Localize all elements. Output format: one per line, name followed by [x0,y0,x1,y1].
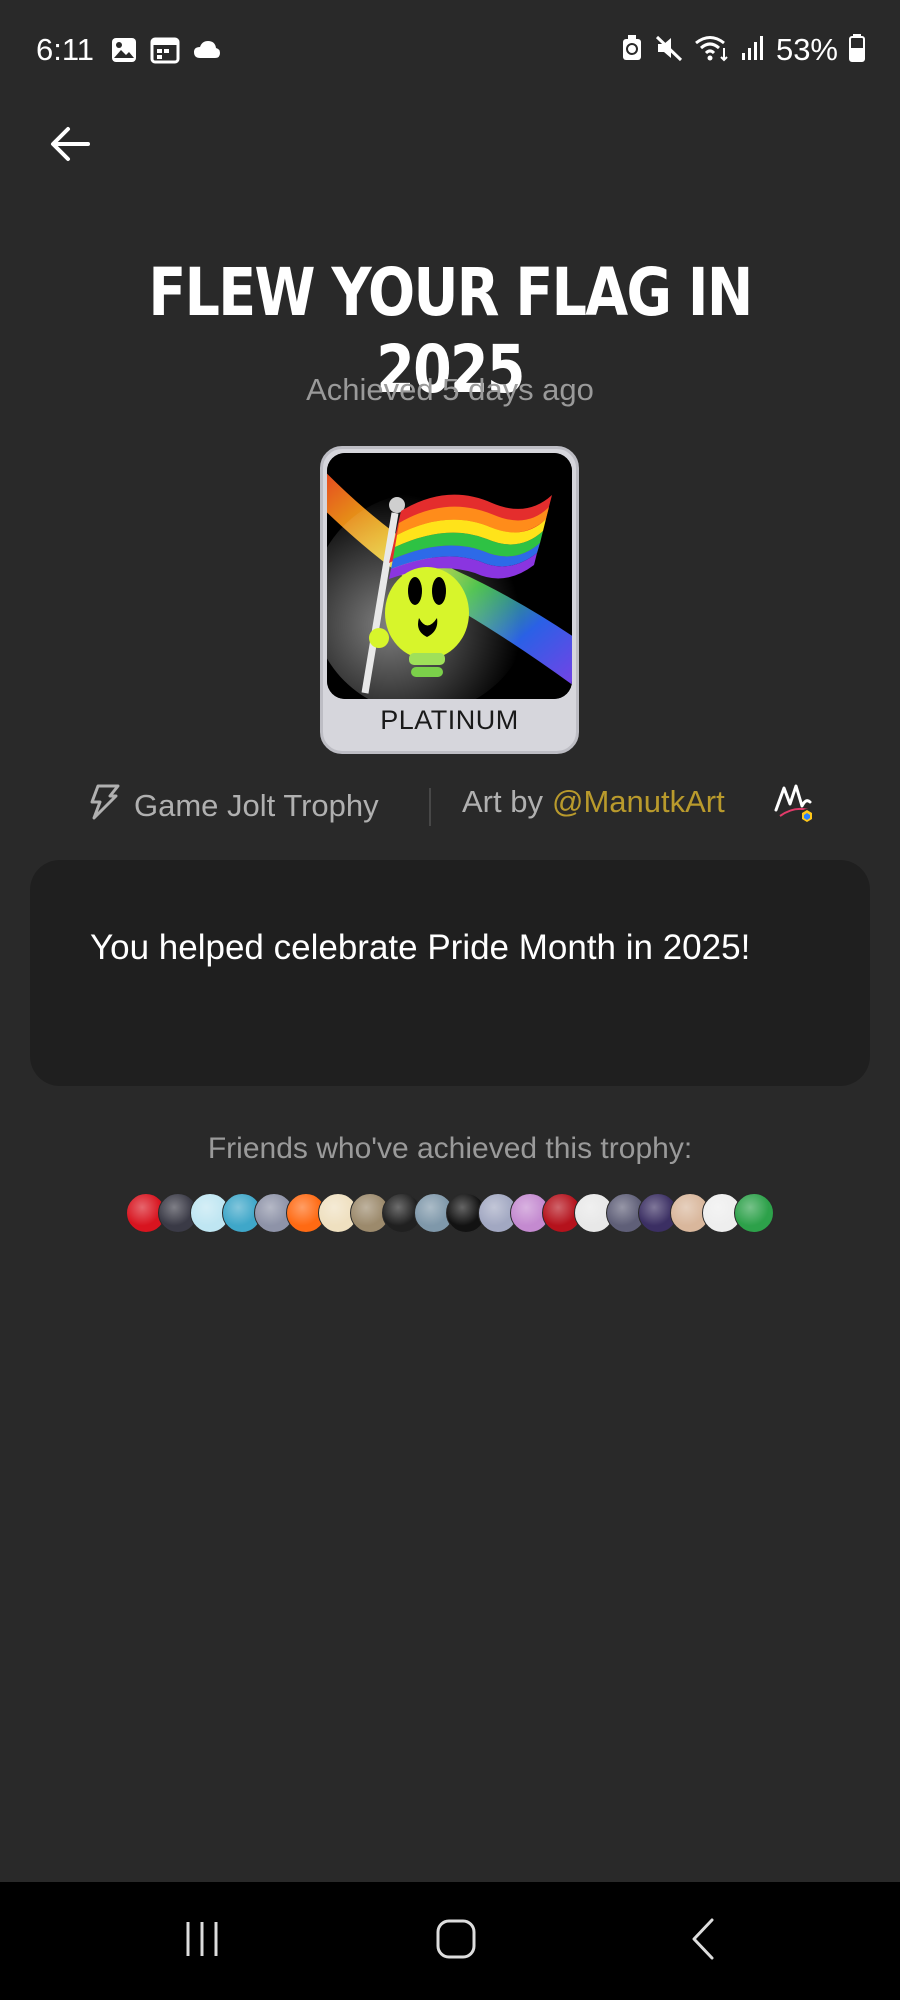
artist-avatar[interactable] [772,780,818,826]
battery-percentage: 53% [775,32,838,67]
status-bar: 6:11 53% [0,0,900,104]
trophy-description: You helped celebrate Pride Month in 2025… [90,928,751,967]
back-icon [684,1918,728,1966]
meta-divider [429,788,431,826]
trophy-image [327,453,572,699]
status-left-icons [110,36,222,69]
game-jolt-bolt-icon [86,784,120,828]
trophy-source: Game Jolt Trophy [134,788,379,823]
artist-link[interactable]: @ManutkArt [552,784,725,820]
recents-icon [182,1922,226,1966]
home-button[interactable] [434,1916,478,1962]
status-right: 53% [620,32,866,68]
friends-avatar-row [126,1193,774,1233]
recents-button[interactable] [182,1916,226,1962]
achieved-date: Achieved 5 days ago [306,372,594,407]
back-arrow-icon [48,124,92,169]
trophy-meta-row: Game Jolt Trophy Art by @ManutkArt [0,784,900,830]
mute-icon [654,34,684,67]
home-icon [434,1919,478,1966]
trophy-description-card: You helped celebrate Pride Month in 2025… [30,860,870,1086]
friends-label: Friends who've achieved this trophy: [207,1132,693,1165]
cloud-icon [192,38,222,67]
back-button[interactable] [40,116,100,176]
trophy-tier: PLATINUM [380,705,519,735]
gallery-icon [110,36,138,69]
game-jolt-trophy-label: Game Jolt Trophy [86,784,379,828]
art-by-label: Art by [462,784,543,819]
friend-avatar[interactable] [734,1193,774,1233]
battery-icon [848,33,866,68]
battery-saver-icon [620,34,644,67]
calendar-icon [150,36,180,69]
navigation-bar [0,1882,900,2000]
signal-icon [740,34,766,67]
status-time: 6:11 [36,32,95,67]
trophy-card: PLATINUM [320,446,579,754]
art-credit: Art by @ManutkArt [462,784,725,820]
wifi-icon [694,34,730,67]
system-back-button[interactable] [684,1916,728,1962]
